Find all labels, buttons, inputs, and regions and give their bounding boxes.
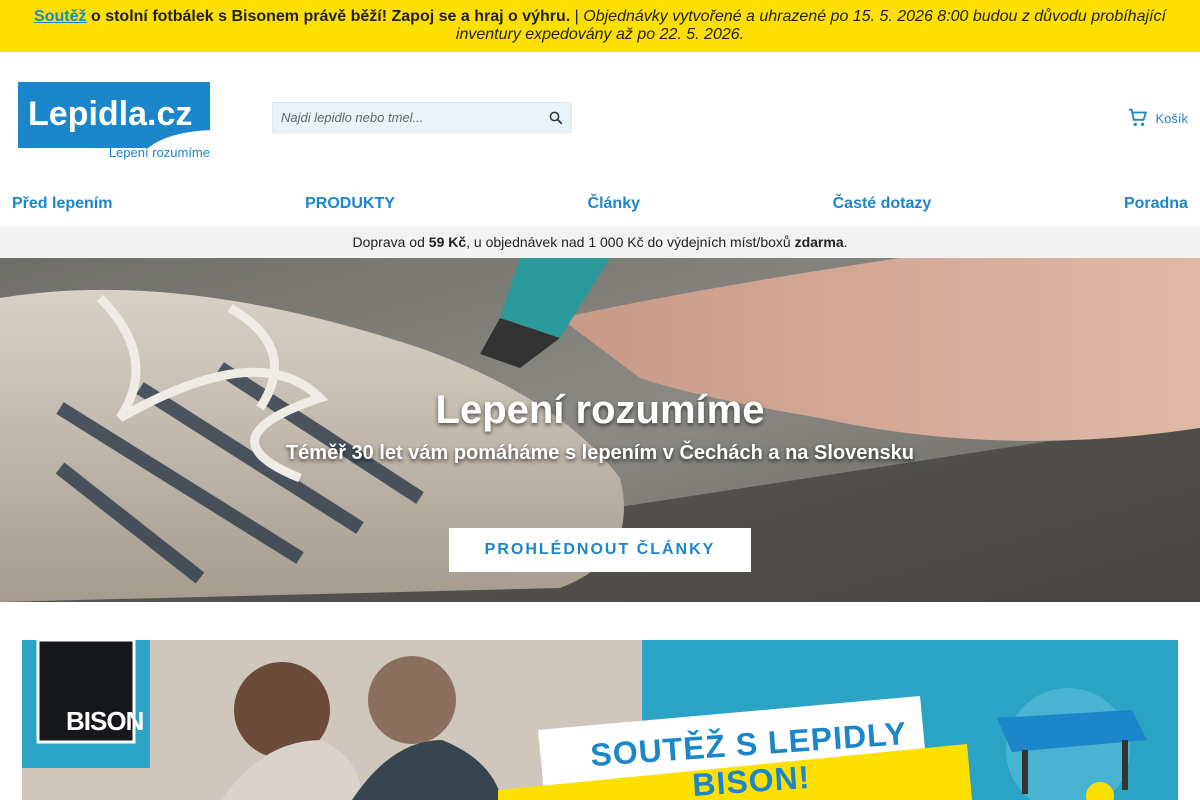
bison-logo: BISON <box>66 706 144 736</box>
shipping-price: 59 Kč <box>428 234 467 250</box>
nav-item-produkty[interactable]: PRODUKTY <box>305 195 395 213</box>
nav-item-caste-dotazy[interactable]: Časté dotazy <box>833 195 932 213</box>
shipping-prefix: Doprava od <box>352 234 429 250</box>
cart-icon <box>1129 108 1148 127</box>
hero-title: Lepení rozumíme <box>435 388 765 432</box>
nav-item-pred-lepenim[interactable]: Před lepením <box>12 195 112 213</box>
announcement-bar: Soutěž o stolní fotbálek s Bisonem právě… <box>0 0 1200 52</box>
hero-banner: Lepení rozumíme Téměř 30 let vám pomáhám… <box>0 258 1200 602</box>
shipping-free: zdarma <box>794 234 844 250</box>
logo-shape: Lepidla.cz <box>18 82 210 148</box>
site-header: Lepidla.cz Lepení rozumíme Košík <box>0 52 1200 182</box>
shipping-middle: , u objednávek nad 1 000 Kč do výdejních… <box>466 234 795 250</box>
announcement-bold: o stolní fotbálek s Bisonem právě běží! … <box>90 8 571 25</box>
main-nav: Před lepením PRODUKTY Články Časté dotaz… <box>0 182 1200 226</box>
shipping-info: Doprava od 59 Kč, u objednávek nad 1 000… <box>0 226 1200 258</box>
bison-promo-banner[interactable]: BISON SOUTĚŽ S LEPIDLY BISON! <box>22 640 1178 800</box>
browse-articles-button[interactable]: PROHLÉDNOUT ČLÁNKY <box>449 528 751 572</box>
announcement-separator: | <box>574 8 579 25</box>
cart-button[interactable]: Košík <box>1127 107 1188 129</box>
shipping-suffix: . <box>843 234 848 250</box>
hero-subtitle: Téměř 30 let vám pomáháme s lepením v Če… <box>285 442 915 464</box>
search-box <box>272 102 572 133</box>
search-icon[interactable] <box>547 109 565 127</box>
nav-item-poradna[interactable]: Poradna <box>1124 195 1188 213</box>
search-input[interactable] <box>273 103 533 132</box>
cart-label: Košík <box>1155 110 1188 126</box>
logo-tagline: Lepení rozumíme <box>108 145 210 160</box>
nav-item-clanky[interactable]: Články <box>588 195 640 213</box>
contest-link[interactable]: Soutěž <box>34 8 86 25</box>
logo-text: Lepidla.cz <box>28 95 192 133</box>
